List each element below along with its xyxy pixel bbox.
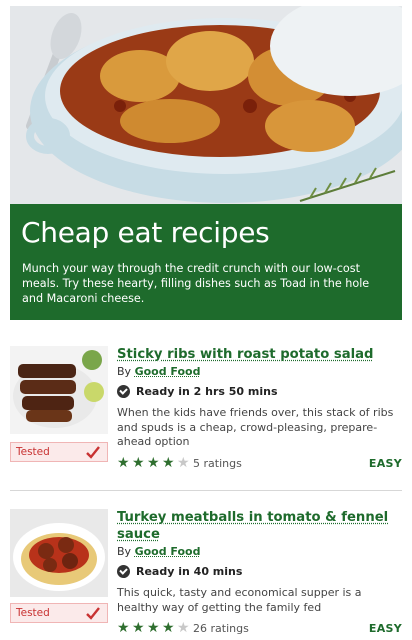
page-title: Cheap eat recipes [21,216,270,249]
tested-label: Tested [16,607,50,619]
hero-image [10,6,402,204]
star-icon: ★ [177,620,190,636]
byline-prefix: By [117,365,135,378]
star-icon: ★ [162,454,175,471]
ready-time-text: Ready in 2 hrs 50 mins [136,385,278,398]
star-rating: ★ ★ ★ ★ ★ [117,456,192,470]
star-icon: ★ [117,454,130,471]
recipe-byline: By Good Food [117,364,402,379]
difficulty-label: EASY [368,456,402,470]
category-banner: Cheap eat recipes Munch your way through… [10,204,402,320]
byline-prefix: By [117,545,135,558]
divider [10,490,402,491]
star-rating: ★ ★ ★ ★ ★ [117,621,192,635]
star-icon: ★ [132,620,145,636]
star-icon: ★ [117,620,130,636]
star-icon: ★ [162,620,175,636]
difficulty-label: EASY [368,622,402,635]
star-icon: ★ [147,620,160,636]
checkmark-icon [86,607,100,620]
checkmark-icon [86,446,100,459]
ready-time-text: Ready in 40 mins [136,565,243,578]
author-link[interactable]: Good Food [135,545,201,558]
tested-badge: Tested [10,442,108,462]
recipe-title-link[interactable]: Sticky ribs with roast potato salad [117,346,402,363]
star-icon: ★ [132,454,145,471]
recipe-description: When the kids have friends over, this st… [117,406,394,448]
clock-check-icon [117,565,130,578]
ratings-count: 5 ratings [193,456,242,470]
category-description: Munch your way through the credit crunch… [22,262,370,305]
author-link[interactable]: Good Food [135,365,201,378]
recipe-description: This quick, tasty and economical supper … [117,586,362,614]
tested-label: Tested [16,446,50,458]
ratings-count: 26 ratings [193,622,249,635]
recipe-title-link[interactable]: Turkey meatballs in tomato & fennel sauc… [117,509,402,543]
star-icon: ★ [177,454,190,471]
ready-time: Ready in 2 hrs 50 mins [117,384,402,399]
recipe-thumbnail[interactable] [10,346,108,434]
tested-badge: Tested [10,603,108,623]
recipe-byline: By Good Food [117,544,402,559]
ready-time: Ready in 40 mins [117,564,402,579]
recipe-thumbnail[interactable] [10,509,108,597]
clock-check-icon [117,385,130,398]
star-icon: ★ [147,454,160,471]
